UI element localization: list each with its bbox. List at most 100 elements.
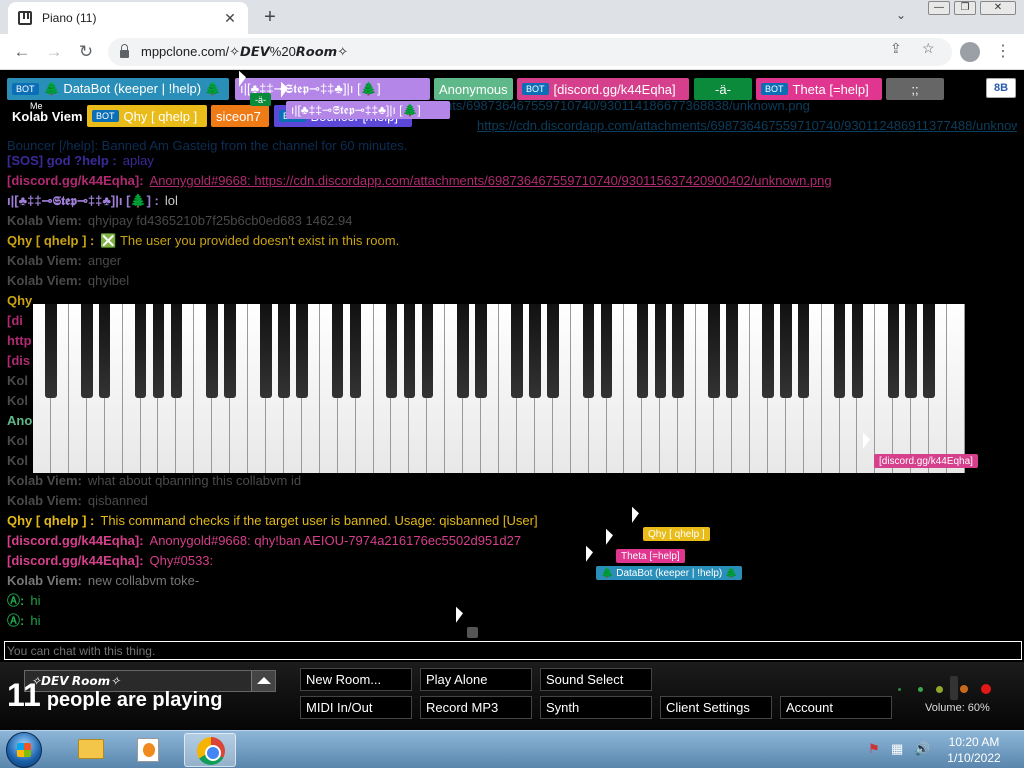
black-key[interactable]	[475, 304, 487, 398]
remote-cursor-icon	[586, 545, 593, 565]
chat-message: [discord.gg/k44Eqha]: Qhy#0533:	[7, 551, 1017, 571]
window-restore-button[interactable]: ❐	[954, 1, 976, 15]
tab-close-icon[interactable]: ✕	[222, 10, 238, 27]
chat-text: qhyipay fd4365210b7f25b6cb0ed683 1462.94	[87, 213, 353, 228]
address-bar[interactable]: mppclone.com/✧𝘿𝙀𝙑%20𝙍𝙤𝙤𝙢✧	[108, 38, 952, 66]
black-key[interactable]	[224, 304, 236, 398]
black-key[interactable]	[797, 304, 810, 398]
black-key[interactable]	[672, 304, 684, 398]
room-expand-icon[interactable]	[251, 671, 275, 691]
black-key[interactable]	[206, 304, 218, 398]
sound-select-button[interactable]: Sound Select	[540, 668, 652, 691]
black-key[interactable]	[851, 304, 864, 398]
piano-keyboard[interactable]	[33, 304, 965, 473]
black-key[interactable]	[134, 304, 147, 398]
black-key[interactable]	[152, 304, 165, 398]
black-key[interactable]	[385, 304, 398, 398]
account-button[interactable]: Account	[780, 696, 892, 719]
black-key[interactable]	[421, 304, 434, 398]
taskbar-explorer[interactable]	[64, 733, 116, 767]
midi-button[interactable]: MIDI In/Out	[300, 696, 412, 719]
start-button[interactable]	[6, 732, 42, 768]
new-tab-button[interactable]: +	[258, 6, 282, 29]
black-key[interactable]	[45, 304, 57, 398]
chat-author: Ano	[7, 413, 33, 428]
record-mp3-button[interactable]: Record MP3	[420, 696, 532, 719]
synth-button[interactable]: Synth	[540, 696, 652, 719]
chat-author: [discord.gg/k44Eqha]:	[7, 553, 144, 568]
black-key[interactable]	[547, 304, 559, 398]
user-tag-semicolon[interactable]: ;;	[886, 78, 944, 100]
bot-badge: BOT	[12, 83, 39, 95]
user-tag-discord[interactable]: BOT [discord.gg/k44Eqha]	[517, 78, 689, 100]
black-key[interactable]	[511, 304, 523, 398]
black-key[interactable]	[98, 304, 111, 398]
chat-message: ı|[♣‡‡⊸𝕾𝖙𝖊𝖕⊸‡‡♣]|ı [🌲] : lol	[7, 191, 1017, 211]
taskbar-media-player[interactable]	[122, 733, 174, 767]
black-key[interactable]	[833, 304, 846, 398]
black-key[interactable]	[654, 304, 667, 398]
taskbar-chrome[interactable]	[184, 733, 236, 767]
browser-tab[interactable]: Piano (11) ✕	[8, 2, 248, 34]
user-tag-databot[interactable]: BOT 🌲 DataBot (keeper | !help) 🌲	[7, 78, 229, 100]
black-key[interactable]	[708, 304, 720, 398]
black-key[interactable]	[81, 304, 93, 398]
chat-message: [discord.gg/k44Eqha]: Anonygold#9668: htt…	[7, 171, 1017, 191]
black-key[interactable]	[296, 304, 308, 398]
chat-message: Kolab Viem: new collabvm toke-	[7, 571, 1017, 591]
chat-input[interactable]	[4, 641, 1022, 660]
play-alone-button[interactable]: Play Alone	[420, 668, 532, 691]
action-center-icon[interactable]: ⚑	[868, 741, 880, 757]
client-settings-button[interactable]: Client Settings	[660, 696, 772, 719]
window-minimize-button[interactable]: —	[928, 1, 950, 15]
network-icon[interactable]: ▦	[891, 741, 903, 757]
back-button[interactable]: ←	[12, 42, 32, 62]
settings-badge[interactable]: 8B	[986, 78, 1016, 98]
user-tag-a[interactable]: -ä-	[694, 78, 752, 100]
black-key[interactable]	[349, 304, 362, 398]
black-key[interactable]	[278, 304, 290, 398]
new-room-button[interactable]: New Room...	[300, 668, 412, 691]
user-tag-theta[interactable]: BOT Theta [=help]	[756, 78, 882, 100]
browser-toolbar: ← → ↻ mppclone.com/✧𝘿𝙀𝙑%20𝙍𝙤𝙤𝙢✧ ⇪ ☆ ⋮	[0, 34, 1024, 70]
cursor-label-theta: Theta [=help]	[616, 549, 685, 563]
user-tag-siceon[interactable]: siceon7	[211, 105, 269, 127]
share-icon[interactable]: ⇪	[890, 40, 902, 57]
black-key[interactable]	[331, 304, 344, 398]
profile-avatar[interactable]	[960, 42, 980, 62]
chat-message: [SOS] god ?help : aplay	[7, 151, 1017, 171]
black-key[interactable]	[600, 304, 613, 398]
volume-control[interactable]: Volume: 60%	[892, 676, 1002, 716]
speaker-icon[interactable]: 🔊	[914, 741, 930, 757]
black-key[interactable]	[457, 304, 469, 398]
black-key[interactable]	[887, 304, 900, 398]
black-key[interactable]	[636, 304, 649, 398]
browser-menu-icon[interactable]: ⋮	[995, 41, 1011, 61]
bookmark-star-icon[interactable]: ☆	[922, 40, 935, 57]
chat-author: Kol	[7, 453, 28, 468]
browser-tab-bar: Piano (11) ✕ + ⌄ — ❐ ✕	[0, 0, 1024, 34]
black-key[interactable]	[905, 304, 917, 398]
cursor-label-databot: 🌲 DataBot (keeper | !help) 🌲	[596, 566, 743, 580]
user-tag-self[interactable]: Kolab Viem	[7, 105, 85, 127]
chat-text: hi	[30, 593, 41, 608]
black-key[interactable]	[582, 304, 595, 398]
volume-knob[interactable]	[950, 676, 958, 700]
black-key[interactable]	[923, 304, 935, 398]
chat-author: Qhy	[7, 293, 33, 308]
user-tag-qhy[interactable]: BOT Qhy [ qhelp ]	[87, 105, 207, 127]
black-key[interactable]	[762, 304, 774, 398]
white-key[interactable]	[947, 304, 965, 473]
forward-button[interactable]: →	[44, 42, 64, 62]
clock[interactable]: 10:20 AM 1/10/2022	[938, 734, 1010, 766]
window-close-button[interactable]: ✕	[980, 1, 1016, 15]
black-key[interactable]	[726, 304, 738, 398]
black-key[interactable]	[260, 304, 272, 398]
black-key[interactable]	[780, 304, 792, 398]
tab-search-icon[interactable]: ⌄	[896, 8, 906, 22]
black-key[interactable]	[170, 304, 183, 398]
user-tag-anonymous[interactable]: Anonymous	[434, 78, 513, 100]
reload-button[interactable]: ↻	[76, 42, 96, 62]
black-key[interactable]	[529, 304, 541, 398]
black-key[interactable]	[403, 304, 416, 398]
